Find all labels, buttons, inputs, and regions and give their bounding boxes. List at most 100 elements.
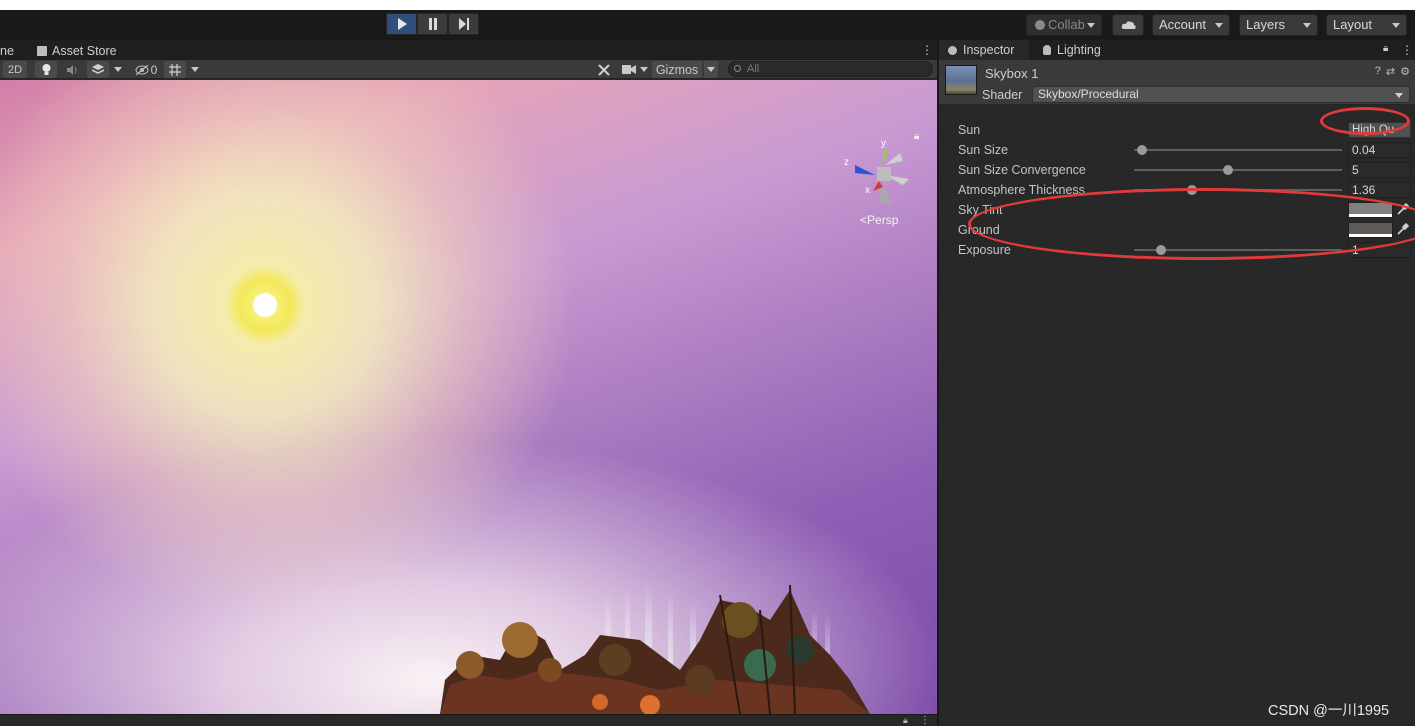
playmode-controls <box>386 13 479 35</box>
property-row-sun-size: Sun Size 0.04 <box>939 140 1415 160</box>
tab-lighting[interactable]: Lighting <box>1041 40 1101 60</box>
property-label: Exposure <box>958 243 1011 257</box>
shader-value: Skybox/Procedural <box>1038 87 1139 101</box>
persp-toggle[interactable]: <Persp <box>860 213 898 227</box>
persp-label: Persp <box>867 213 899 227</box>
sun-size-convergence-field[interactable]: 5 <box>1348 162 1411 178</box>
collab-button[interactable]: Collab <box>1026 14 1102 36</box>
hidden-objects-toggle[interactable]: 0 <box>131 61 161 78</box>
chevron-down-icon <box>1303 23 1311 28</box>
inspector-tabbar: Inspector Lighting 🔒︎ ⋮ <box>939 40 1415 60</box>
tools-icon <box>598 63 610 76</box>
tools-button[interactable] <box>594 61 614 78</box>
layers-icon <box>92 64 104 74</box>
layout-label: Layout <box>1333 17 1373 32</box>
lock-icon[interactable]: 🔒︎ <box>903 715 908 726</box>
property-row-sun-size-convergence: Sun Size Convergence 5 <box>939 160 1415 180</box>
material-header: Skybox 1 ? ⇄ ⚙ Shader Skybox/Procedural <box>939 60 1415 105</box>
gizmos-dropdown[interactable] <box>704 61 718 78</box>
layers-dropdown[interactable]: Layers <box>1239 14 1318 36</box>
lighting-toggle[interactable] <box>35 61 57 78</box>
annotation-ellipse-sun-mode <box>1320 107 1410 135</box>
tab-asset-store-label: Asset Store <box>52 44 117 58</box>
chevron-down-icon <box>114 67 122 72</box>
axis-z-label: z <box>844 157 849 168</box>
shader-dropdown[interactable]: Skybox/Procedural <box>1032 86 1410 103</box>
toggle-2d-label: 2D <box>7 63 23 76</box>
layers-label: Layers <box>1246 17 1286 32</box>
grid-toggle[interactable] <box>164 61 186 78</box>
property-label: Sun Size <box>958 143 1009 157</box>
chevron-down-icon <box>1087 23 1095 28</box>
chevron-down-icon <box>1395 93 1403 98</box>
chevron-left-icon: < <box>860 213 868 227</box>
account-dropdown[interactable]: Account <box>1152 14 1230 36</box>
chevron-down-icon <box>707 67 715 72</box>
tab-inspector-label: Inspector <box>963 43 1015 57</box>
sun-size-field[interactable]: 0.04 <box>1348 142 1411 158</box>
grid-dropdown[interactable] <box>188 61 202 78</box>
presets-icon[interactable]: ⇄ <box>1386 65 1395 78</box>
gizmos-button[interactable]: Gizmos <box>652 61 702 78</box>
eye-hidden-icon <box>135 64 149 75</box>
grid-icon <box>169 63 181 76</box>
tab-scene[interactable]: ne <box>0 42 14 60</box>
layout-dropdown[interactable]: Layout <box>1326 14 1407 36</box>
sun-size-value: 0.04 <box>1352 143 1376 157</box>
collab-label: Collab <box>1048 17 1085 32</box>
pause-icon <box>428 18 437 30</box>
search-icon <box>734 65 741 72</box>
axis-y-label: y <box>881 138 886 149</box>
property-label: Sun <box>958 123 981 137</box>
tab-scene-label: ne <box>0 44 14 58</box>
material-preview-thumbnail <box>945 65 977 95</box>
scene-terrain-trees <box>440 580 870 714</box>
play-button[interactable] <box>386 13 417 35</box>
help-icon[interactable]: ? <box>1375 65 1381 78</box>
inspector-panel: Inspector Lighting 🔒︎ ⋮ Skybox 1 ? ⇄ ⚙ S… <box>938 40 1415 726</box>
tab-asset-store[interactable]: Asset Store <box>37 42 117 60</box>
sun-size-convergence-slider[interactable] <box>1134 165 1342 175</box>
toggle-2d-button[interactable]: 2D <box>3 61 27 78</box>
chevron-down-icon <box>1215 23 1223 28</box>
audio-toggle[interactable] <box>62 61 84 78</box>
scene-orientation-gizmo[interactable]: y z x <box>837 135 917 215</box>
hidden-count: 0 <box>150 62 158 77</box>
tab-lighting-label: Lighting <box>1057 43 1101 57</box>
slider-knob[interactable] <box>1222 165 1233 175</box>
chevron-down-icon <box>640 67 648 72</box>
atmosphere-thickness-field[interactable]: 1.36 <box>1348 182 1411 198</box>
scene-viewport[interactable]: y z x 🔒︎ <Persp <box>0 80 937 714</box>
material-name: Skybox 1 <box>985 66 1039 81</box>
gizmos-label: Gizmos <box>655 62 699 77</box>
atmosphere-thickness-value: 1.36 <box>1352 183 1376 197</box>
watermark-text: CSDN @一川1995 <box>1268 703 1390 719</box>
check-circle-icon <box>1035 20 1045 30</box>
step-icon <box>458 18 469 30</box>
scene-search-input[interactable]: All <box>728 61 933 77</box>
lock-icon[interactable]: 🔒︎ <box>1383 43 1388 54</box>
pause-button[interactable] <box>417 13 448 35</box>
header-icons: ? ⇄ ⚙ <box>1375 65 1410 78</box>
kebab-menu-icon[interactable]: ⋮ <box>921 43 933 57</box>
play-icon <box>397 18 407 30</box>
info-icon <box>948 45 957 55</box>
shopping-bag-icon <box>37 46 47 56</box>
account-label: Account <box>1159 17 1206 32</box>
tab-inspector[interactable]: Inspector <box>939 40 1029 60</box>
lightbulb-icon <box>1043 45 1051 55</box>
kebab-menu-icon[interactable]: ⋮ <box>1401 43 1413 57</box>
scene-panel: ne Asset Store ⋮ 2D 0 Gizmos All y z x 🔒… <box>0 40 937 726</box>
bottom-panel-strip: 🔒︎ ⋮ <box>0 714 937 726</box>
main-toolbar: Collab Account Layers Layout <box>0 10 1415 40</box>
kebab-menu-icon[interactable]: ⋮ <box>920 715 930 726</box>
slider-knob[interactable] <box>1137 145 1148 155</box>
effects-dropdown[interactable] <box>111 61 125 78</box>
step-button[interactable] <box>448 13 479 35</box>
cloud-button[interactable] <box>1112 14 1144 36</box>
gear-icon[interactable]: ⚙ <box>1400 65 1410 78</box>
effects-toggle[interactable] <box>87 61 109 78</box>
sun-size-slider[interactable] <box>1134 145 1342 155</box>
camera-dropdown[interactable] <box>620 61 650 78</box>
lock-icon[interactable]: 🔒︎ <box>914 131 919 142</box>
